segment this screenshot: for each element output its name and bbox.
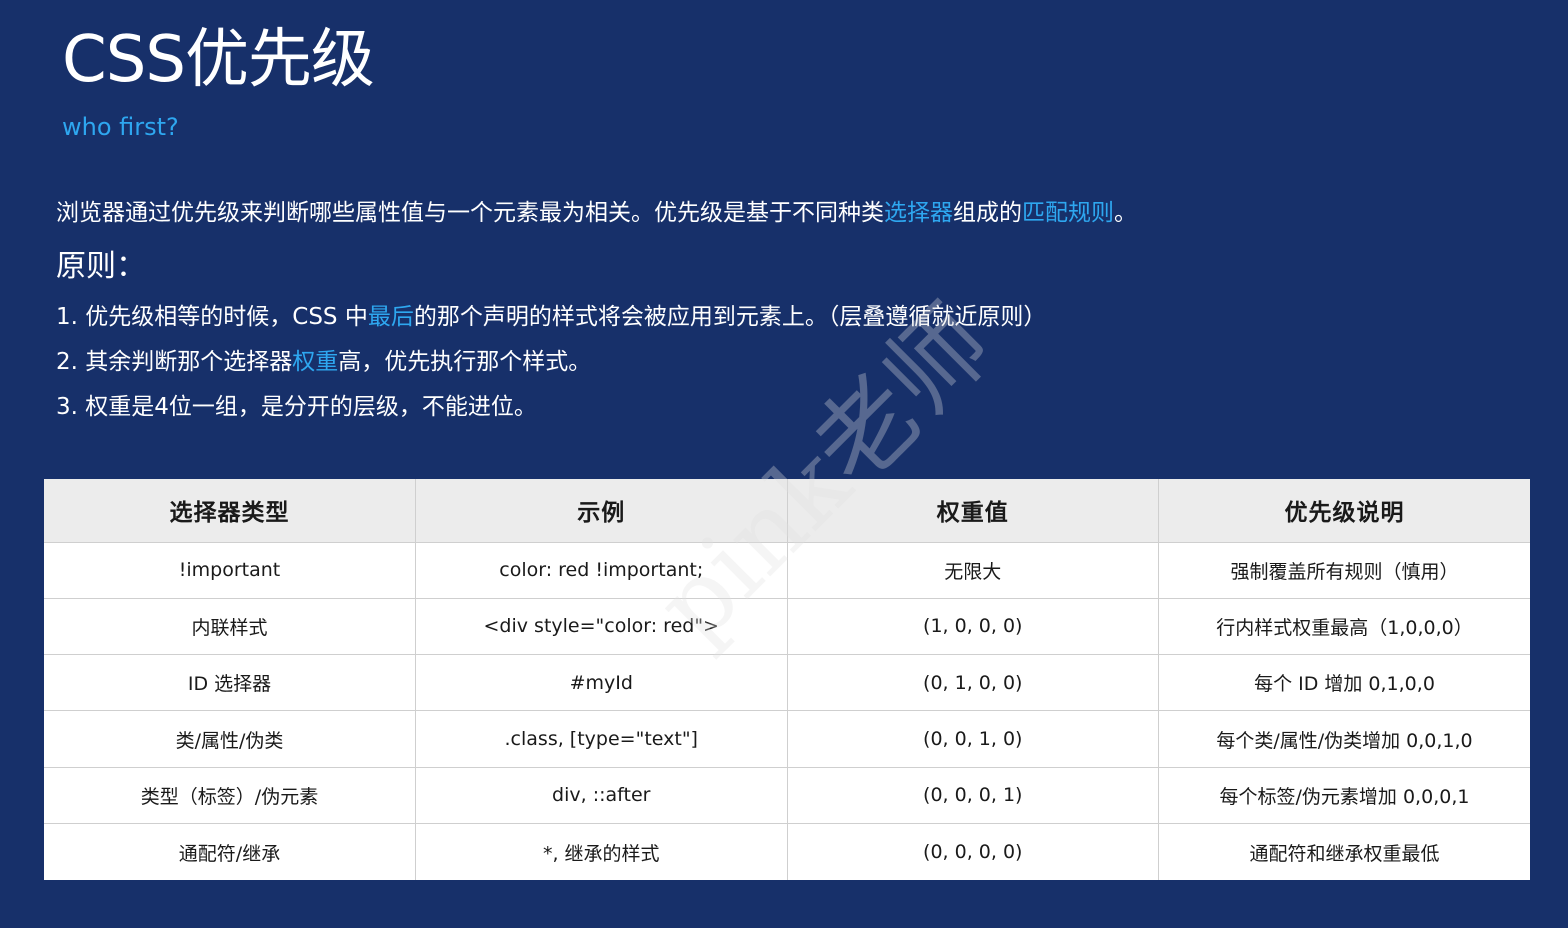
cell-example: div, ::after xyxy=(415,767,788,825)
principle-1-highlight: 最后 xyxy=(367,304,414,330)
intro-text-3: 。 xyxy=(1114,200,1137,226)
cell-selector-type: ID 选择器 xyxy=(44,654,416,712)
intro-text-1: 浏览器通过优先级来判断哪些属性值与一个元素最为相关。优先级是基于不同种类 xyxy=(56,200,884,226)
intro-paragraph: 浏览器通过优先级来判断哪些属性值与一个元素最为相关。优先级是基于不同种类选择器组… xyxy=(56,196,1137,230)
principles-list: 1. 优先级相等的时候，CSS 中最后的那个声明的样式将会被应用到元素上。（层叠… xyxy=(56,300,1046,435)
cell-description: 强制覆盖所有规则（慎用） xyxy=(1158,542,1530,599)
header-selector-type: 选择器类型 xyxy=(44,479,416,543)
cell-selector-type: 通配符/继承 xyxy=(44,823,416,880)
table-row: 通配符/继承 *, 继承的样式 (0, 0, 0, 0) 通配符和继承权重最低 xyxy=(44,823,1530,880)
principle-item-1: 1. 优先级相等的时候，CSS 中最后的那个声明的样式将会被应用到元素上。（层叠… xyxy=(56,300,1046,345)
specificity-table: 选择器类型 示例 权重值 优先级说明 !important color: red… xyxy=(44,479,1530,880)
cell-description: 每个类/属性/伪类增加 0,0,1,0 xyxy=(1158,710,1530,768)
cell-description: 通配符和继承权重最低 xyxy=(1249,842,1440,865)
cell-example: *, 继承的样式 xyxy=(415,823,788,880)
table-row: ID 选择器 #myId (0, 1, 0, 0) 每个 ID 增加 0,1,0… xyxy=(44,654,1530,712)
principle-2-highlight: 权重 xyxy=(292,349,339,375)
specificity-table-container: 选择器类型 示例 权重值 优先级说明 !important color: red… xyxy=(44,479,1530,880)
principle-1-text-after: 的那个声明的样式将会被应用到元素上。（层叠遵循就近原则） xyxy=(413,304,1047,330)
intro-highlight-matching-rules: 匹配规则 xyxy=(1022,200,1114,226)
intro-text-2: 组成的 xyxy=(953,200,1022,226)
principle-2-text-before: 2. 其余判断那个选择器 xyxy=(56,349,293,375)
page-subtitle: who first? xyxy=(62,113,179,141)
header-example: 示例 xyxy=(415,479,788,543)
cell-example: color: red !important; xyxy=(415,542,788,599)
principles-heading: 原则： xyxy=(56,249,146,284)
cell-selector-type: 类型（标签）/伪元素 xyxy=(44,767,416,825)
cell-selector-type: !important xyxy=(44,542,416,599)
principle-3-text: 3. 权重是4位一组，是分开的层级，不能进位。 xyxy=(56,394,537,420)
cell-example: <div style="color: red"> xyxy=(415,598,788,656)
table-row: 类/属性/伪类 .class, [type="text"] (0, 0, 1, … xyxy=(44,710,1530,768)
header-description: 优先级说明 xyxy=(1158,479,1530,543)
table-row: 类型（标签）/伪元素 div, ::after (0, 0, 0, 1) 每个标… xyxy=(44,767,1530,825)
page-title: CSS优先级 xyxy=(62,23,375,97)
cell-weight: (0, 0, 1, 0) xyxy=(787,710,1159,768)
cell-example: .class, [type="text"] xyxy=(415,710,788,768)
cell-description: 每个 ID 增加 0,1,0,0 xyxy=(1158,654,1530,712)
principle-1-text-before: 1. 优先级相等的时候，CSS 中 xyxy=(56,304,368,330)
cell-weight: 无限大 xyxy=(787,542,1159,599)
table-row: !important color: red !important; 无限大 强制… xyxy=(44,542,1530,599)
cell-selector-type: 内联样式 xyxy=(44,598,416,656)
cell-weight: (1, 0, 0, 0) xyxy=(787,598,1159,656)
cell-selector-type: 类/属性/伪类 xyxy=(44,710,416,768)
cell-weight: (0, 0, 0, 0) xyxy=(787,823,1159,880)
table-row: 内联样式 <div style="color: red"> (1, 0, 0, … xyxy=(44,598,1530,656)
principle-2-text-after: 高，优先执行那个样式。 xyxy=(338,349,592,375)
cell-weight: (0, 0, 0, 1) xyxy=(787,767,1159,825)
cell-example: #myId xyxy=(415,654,788,712)
cell-description: 每个标签/伪元素增加 0,0,0,1 xyxy=(1158,767,1530,825)
header-weight: 权重值 xyxy=(787,479,1159,543)
cell-description: 行内样式权重最高（1,0,0,0） xyxy=(1158,598,1530,656)
principle-item-3: 3. 权重是4位一组，是分开的层级，不能进位。 xyxy=(56,390,1046,435)
cell-weight: (0, 1, 0, 0) xyxy=(787,654,1159,712)
intro-highlight-selector: 选择器 xyxy=(884,200,953,226)
table-header-row: 选择器类型 示例 权重值 优先级说明 xyxy=(44,479,1530,543)
principle-item-2: 2. 其余判断那个选择器权重高，优先执行那个样式。 xyxy=(56,345,1046,390)
